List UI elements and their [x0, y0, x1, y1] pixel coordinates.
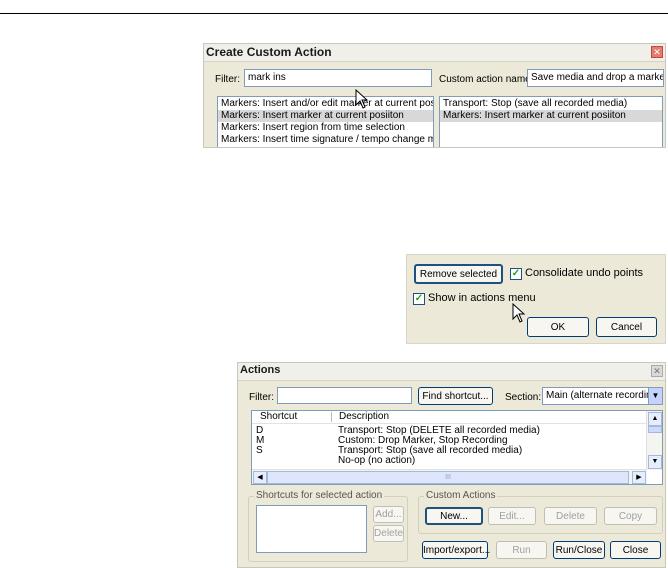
- hscroll-thumb[interactable]: III: [267, 471, 629, 484]
- table-row[interactable]: S Transport: Stop (save all recorded med…: [252, 446, 646, 456]
- create-custom-action-dialog: Create Custom Action ✕ Filter: mark ins …: [203, 43, 666, 148]
- list-item[interactable]: Markers: Insert time signature / tempo c…: [218, 134, 433, 146]
- copy-custom-action-button[interactable]: Copy: [604, 507, 657, 525]
- section-select-value: Main (alternate recording): [546, 390, 661, 401]
- actions-title: Actions: [240, 364, 281, 376]
- mouse-pointer-icon: [355, 89, 369, 109]
- section-select[interactable]: Main (alternate recording) ▼: [542, 387, 663, 405]
- delete-custom-action-button[interactable]: Delete: [544, 507, 597, 525]
- custom-action-name-input[interactable]: Save media and drop a marker: [527, 69, 664, 87]
- find-shortcut-button[interactable]: Find shortcut...: [418, 387, 493, 405]
- list-item[interactable]: Markers: Insert and/or edit marker at cu…: [218, 98, 433, 110]
- column-header-shortcut[interactable]: Shortcut: [260, 411, 297, 423]
- custom-action-name-label: Custom action name:: [439, 74, 534, 85]
- create-custom-action-title: Create Custom Action: [206, 45, 332, 59]
- horizontal-scrollbar[interactable]: ◀ III ▶: [252, 469, 647, 484]
- actions-filter-input[interactable]: [277, 387, 412, 404]
- shortcut-cell: S: [256, 445, 263, 456]
- consolidate-undo-checkbox[interactable]: ✓: [510, 268, 522, 280]
- description-cell: No-op (no action): [338, 455, 416, 466]
- ok-button[interactable]: OK: [527, 317, 589, 337]
- actions-table[interactable]: Shortcut Description D Transport: Stop (…: [251, 410, 663, 485]
- scroll-thumb[interactable]: [648, 426, 662, 433]
- available-actions-list[interactable]: Markers: Insert and/or edit marker at cu…: [217, 96, 434, 147]
- actions-titlebar: Actions ✕: [238, 363, 665, 381]
- remove-selected-button[interactable]: Remove selected: [414, 264, 503, 284]
- shortcuts-group: Shortcuts for selected action Add... Del…: [248, 490, 408, 562]
- run-close-button[interactable]: Run/Close: [553, 541, 605, 559]
- edit-custom-action-button[interactable]: Edit...: [488, 507, 536, 525]
- shortcuts-list[interactable]: [256, 505, 367, 553]
- add-shortcut-button[interactable]: Add...: [373, 506, 404, 523]
- delete-shortcut-button[interactable]: Delete: [373, 525, 404, 542]
- close-icon[interactable]: ✕: [651, 365, 663, 377]
- filter-input[interactable]: mark ins: [244, 69, 432, 87]
- list-item[interactable]: Markers: Insert region from time selecti…: [218, 122, 433, 134]
- close-button[interactable]: Close: [610, 541, 661, 559]
- table-header: Shortcut Description: [252, 411, 646, 424]
- filter-label: Filter:: [249, 392, 274, 403]
- mouse-pointer-icon: [512, 303, 526, 323]
- chevron-down-icon[interactable]: ▼: [648, 388, 662, 404]
- custom-actions-group-label: Custom Actions: [424, 490, 498, 501]
- vertical-scrollbar[interactable]: ▲ ▼: [646, 411, 662, 470]
- scroll-down-arrow-icon[interactable]: ▼: [648, 455, 662, 469]
- column-header-description[interactable]: Description: [339, 411, 389, 423]
- hscroll-grip: III: [445, 474, 451, 481]
- consolidate-undo-label: Consolidate undo points: [525, 267, 644, 279]
- options-panel: Remove selected ✓ Consolidate undo point…: [406, 254, 666, 344]
- create-custom-action-titlebar: Create Custom Action ✕: [204, 44, 665, 62]
- section-label: Section:: [505, 392, 542, 403]
- import-export-button[interactable]: Import/export...: [422, 541, 490, 559]
- list-item[interactable]: Markers: Insert marker at current posiit…: [218, 110, 433, 122]
- filter-label: Filter:: [215, 74, 240, 85]
- run-button[interactable]: Run: [496, 541, 547, 559]
- close-icon[interactable]: ✕: [651, 46, 663, 58]
- table-row[interactable]: No-op (no action): [252, 456, 646, 466]
- list-item[interactable]: Markers: Insert marker at current posiit…: [440, 110, 662, 122]
- scroll-right-arrow-icon[interactable]: ▶: [632, 471, 646, 484]
- custom-action-steps-list[interactable]: Transport: Stop (save all recorded media…: [439, 96, 663, 147]
- list-item[interactable]: Transport: Stop (save all recorded media…: [440, 98, 662, 110]
- show-in-menu-checkbox[interactable]: ✓: [413, 293, 425, 305]
- scroll-left-arrow-icon[interactable]: ◀: [253, 471, 267, 484]
- page-top-rule: [0, 13, 668, 14]
- shortcuts-group-label: Shortcuts for selected action: [254, 490, 385, 501]
- column-divider[interactable]: [331, 412, 332, 422]
- cancel-button[interactable]: Cancel: [596, 317, 657, 337]
- custom-actions-group: Custom Actions New... Edit... Delete Cop…: [418, 490, 663, 534]
- new-custom-action-button[interactable]: New...: [425, 507, 483, 525]
- scroll-up-arrow-icon[interactable]: ▲: [648, 412, 662, 426]
- actions-dialog: Actions ✕ Filter: Find shortcut... Secti…: [237, 362, 666, 568]
